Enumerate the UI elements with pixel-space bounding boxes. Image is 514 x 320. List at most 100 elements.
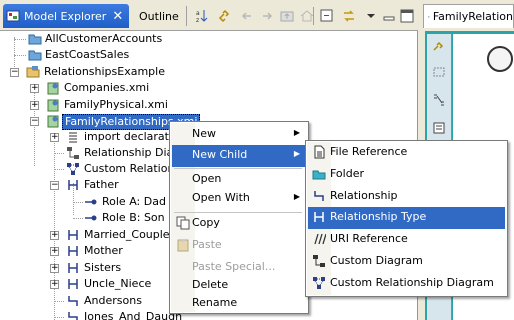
menu-item-paste[interactable]: Paste — [172, 235, 306, 257]
expand-toggle-icon[interactable]: + — [30, 101, 39, 110]
tree-item-label: FamilyPhysical.xmi — [64, 98, 168, 111]
tree-guide — [54, 301, 64, 302]
tree-item-relationshipsexample[interactable]: − RelationshipsExample — [0, 64, 418, 80]
tree-item-label: Jones_And_Daugh — [84, 310, 183, 320]
menu-item-new-child[interactable]: New Child ▶ — [172, 145, 306, 167]
expand-toggle-icon[interactable]: + — [50, 280, 59, 289]
custom-diagram-icon — [67, 163, 79, 175]
expand-toggle-icon[interactable]: + — [30, 84, 39, 93]
menu-item-folder[interactable]: Folder — [308, 164, 505, 186]
relationship-type-icon — [68, 279, 78, 289]
menu-item-label: Open — [192, 172, 222, 185]
forward-arrow-icon[interactable] — [258, 7, 276, 25]
menu-item-open-with[interactable]: Open With ▶ — [172, 188, 306, 210]
menu-item-file-reference[interactable]: File Reference — [308, 142, 505, 164]
diagram-node[interactable] — [487, 46, 513, 72]
tree-item-familyphysical-xmi[interactable]: + FamilyPhysical.xmi — [0, 97, 418, 113]
tree-item-label: Mother — [84, 244, 123, 257]
menu-item-label: Open With — [192, 191, 250, 204]
minimize-icon[interactable] — [380, 7, 398, 25]
sort-az-icon[interactable]: az — [193, 7, 211, 25]
relationship-icon — [314, 191, 324, 201]
tab-outline[interactable]: Outline — [136, 4, 186, 28]
menu-item-label: Custom Relationship Diagram — [330, 276, 494, 289]
palette-select-icon[interactable] — [431, 40, 447, 56]
menu-item-relationship[interactable]: Relationship — [308, 186, 505, 208]
menu-item-rename[interactable]: Rename — [172, 293, 306, 315]
tree-guide — [54, 153, 64, 154]
submenu-arrow-icon: ▶ — [293, 128, 300, 137]
link-icon[interactable] — [340, 7, 358, 25]
menu-item-custom-diagram[interactable]: Custom Diagram — [308, 251, 505, 273]
palette-connection-icon[interactable] — [431, 92, 447, 108]
project-icon — [26, 66, 40, 78]
tab-model-explorer[interactable]: Model Explorer ✕ — [3, 4, 129, 28]
menu-item-label: Relationship Type — [330, 210, 427, 223]
menu-item-relationship-type[interactable]: Relationship Type — [308, 207, 505, 229]
tree-item-companies-xmi[interactable]: + Companies.xmi — [0, 80, 418, 96]
menu-item-custom-relationship-diagram[interactable]: Custom Relationship Diagram — [308, 273, 505, 295]
expand-toggle-icon[interactable]: + — [50, 247, 59, 256]
collapse-toggle-icon[interactable]: − — [10, 68, 19, 77]
tree-item-label: Role A: Dad — [102, 195, 166, 208]
collapse-all-icon[interactable] — [318, 7, 336, 25]
relationship-type-icon — [68, 246, 78, 256]
maximize-icon[interactable] — [398, 7, 416, 25]
submenu-arrow-icon: ▶ — [293, 149, 300, 158]
menu-item-label: Relationship — [330, 189, 398, 202]
paste-icon — [177, 239, 189, 252]
tab-editor-label: FamilyRelation — [432, 10, 513, 23]
tree-guide — [14, 55, 26, 56]
new-child-submenu: File Reference Folder Relationship Relat… — [305, 140, 508, 297]
menu-item-uri-reference[interactable]: URI Reference — [308, 229, 505, 251]
model-explorer-icon — [6, 10, 20, 22]
expand-toggle-icon[interactable]: + — [50, 264, 59, 273]
collapse-toggle-icon[interactable]: − — [50, 181, 59, 190]
palette-marquee-icon[interactable] — [431, 64, 447, 80]
tab-separator — [186, 6, 187, 26]
xmi-file-icon — [47, 115, 59, 128]
tree-item-label: Andersons — [84, 294, 142, 307]
back-arrow-icon[interactable] — [238, 7, 256, 25]
menu-item-label: New Child — [192, 148, 248, 161]
menu-item-copy[interactable]: Copy — [172, 213, 306, 235]
menu-item-label: Custom Diagram — [330, 254, 423, 267]
file-reference-icon — [314, 145, 325, 159]
tab-editor[interactable]: FamilyRelation — [423, 4, 514, 28]
collapse-toggle-icon[interactable]: − — [30, 117, 39, 126]
menu-item-label: URI Reference — [330, 232, 408, 245]
toolbar-separator — [313, 7, 314, 25]
tree-item-label: Role B: Son — [102, 211, 165, 224]
tree-item-allcustomeraccounts[interactable]: AllCustomerAccounts — [0, 31, 418, 47]
tree-item-label: Companies.xmi — [64, 81, 150, 94]
svg-text:a: a — [196, 10, 200, 17]
palette-note-icon[interactable] — [431, 120, 447, 136]
copy-icon — [176, 216, 190, 230]
view-menu-icon[interactable] — [362, 7, 380, 25]
import-icon — [69, 132, 77, 143]
close-icon[interactable]: ✕ — [112, 10, 123, 23]
relationship-type-icon — [68, 180, 78, 190]
tree-item-label: EastCoastSales — [45, 48, 130, 61]
context-menu: New ▶ New Child ▶ Open Open With ▶ Copy … — [169, 121, 309, 314]
tree-guide — [54, 317, 64, 318]
expand-toggle-icon[interactable]: + — [50, 231, 59, 240]
tree-item-label: Father — [84, 178, 119, 191]
menu-item-new[interactable]: New ▶ — [172, 124, 306, 146]
tree-guide — [14, 39, 26, 40]
folder-icon — [28, 50, 42, 61]
tree-guide — [54, 169, 64, 170]
submenu-arrow-icon: ▶ — [293, 192, 300, 201]
role-icon — [85, 199, 97, 205]
folder-icon — [312, 170, 326, 180]
up-folder-icon[interactable] — [278, 7, 296, 25]
role-icon — [85, 215, 97, 221]
tree-guide — [73, 218, 83, 219]
link-with-editor-icon[interactable] — [216, 7, 234, 25]
expand-toggle-icon[interactable]: + — [50, 133, 59, 142]
tree-item-eastcoastsales[interactable]: EastCoastSales — [0, 47, 418, 63]
tab-outline-label: Outline — [139, 9, 179, 23]
menu-item-label: Delete — [192, 278, 229, 291]
relationship-type-icon — [68, 263, 78, 273]
menu-item-label: Copy — [192, 216, 220, 229]
